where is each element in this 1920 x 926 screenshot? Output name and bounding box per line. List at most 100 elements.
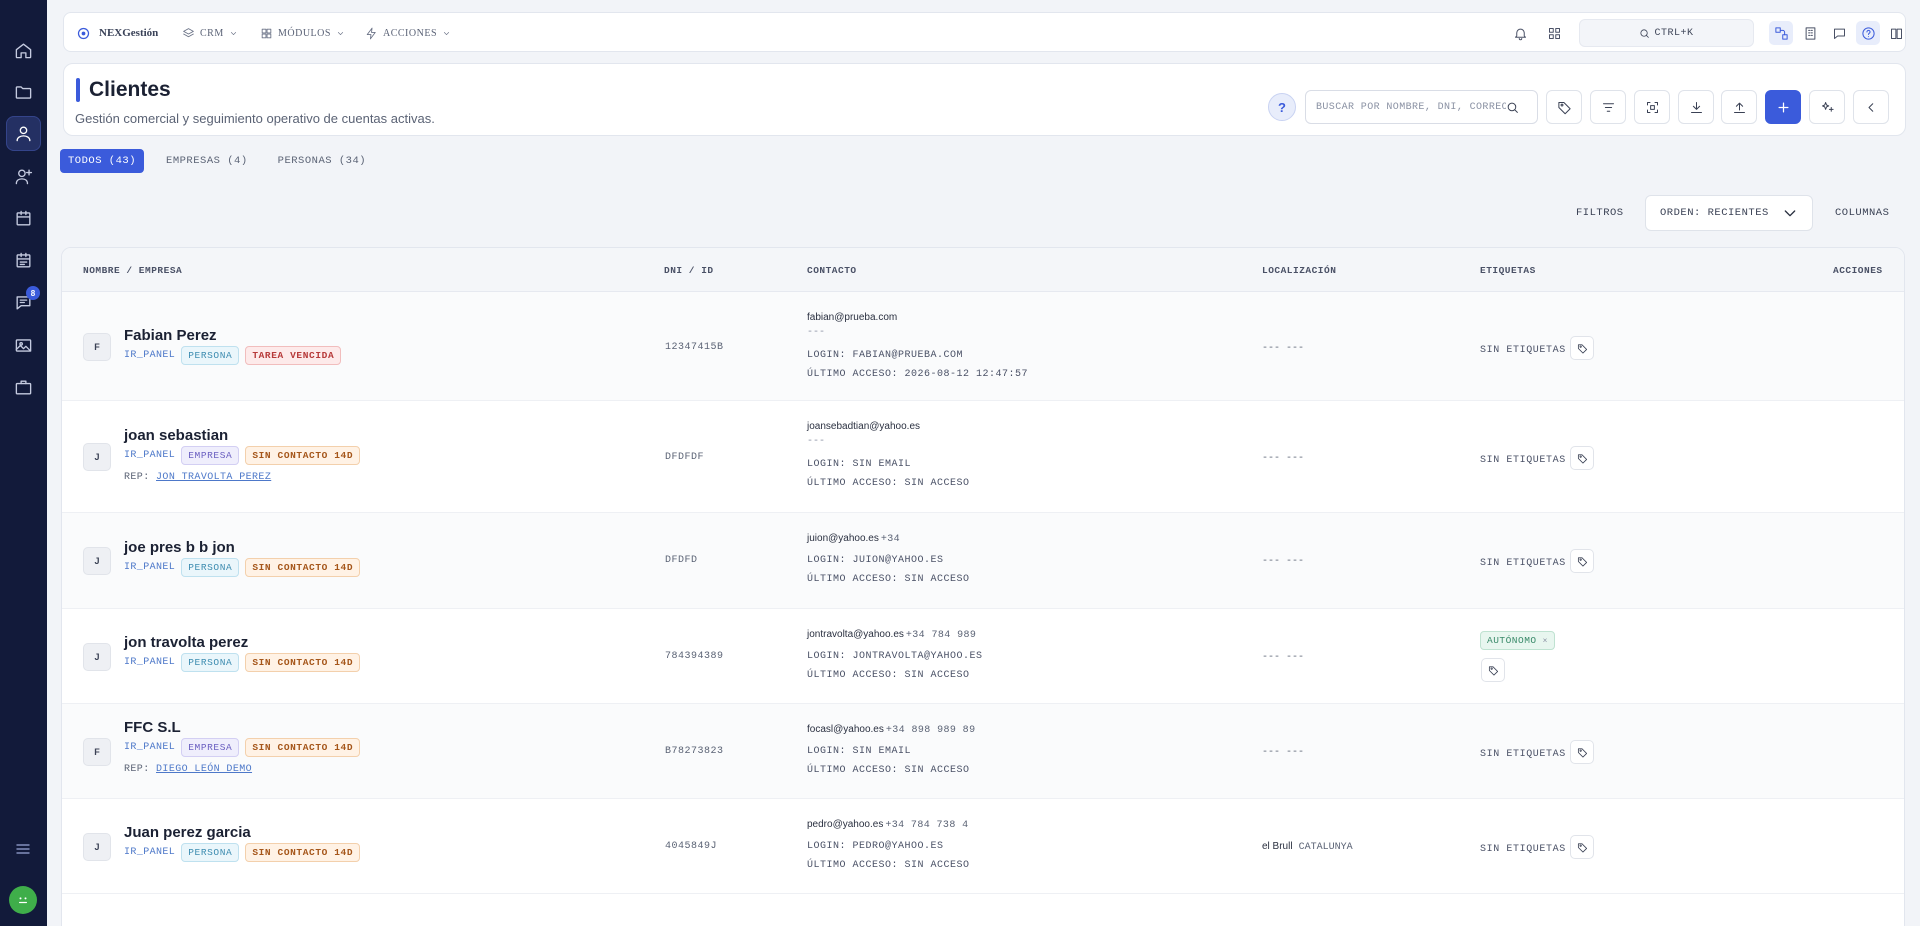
table-row[interactable]: F Fabian Perez IR_PANEL PERSONA TAREA VE… (62, 292, 1904, 401)
logo-icon (77, 27, 90, 39)
sidebar: 8 (0, 0, 47, 926)
client-name[interactable]: Fabian Perez (124, 327, 217, 344)
tag-icon[interactable] (1570, 549, 1594, 573)
table-row[interactable]: J Juan perez garcia IR_PANEL PERSONA SIN… (62, 799, 1904, 894)
bell-icon[interactable] (1508, 21, 1532, 45)
representative: REP: JON TRAVOLTA PEREZ (124, 472, 271, 483)
client-name[interactable]: joan sebastian (124, 427, 228, 444)
client-email[interactable]: focasl@yahoo.es +34 898 989 89 (807, 724, 976, 736)
user-plus-icon[interactable] (6, 159, 41, 194)
client-email[interactable]: juion@yahoo.es +34 (807, 533, 900, 545)
client-last-access: ÚLTIMO ACCESO: 2026-08-12 12:47:57 (807, 369, 1029, 380)
status-badge: SIN CONTACTO 14D (245, 653, 361, 672)
client-location: --- --- (1262, 651, 1304, 663)
calendar-list-icon[interactable] (6, 243, 41, 278)
client-email[interactable]: pedro@yahoo.es +34 784 738 4 (807, 819, 969, 831)
representative: REP: DIEGO LEÓN DEMO (124, 764, 252, 775)
email-text: fabian@prueba.com (807, 312, 898, 323)
th-location[interactable]: LOCALIZACIÓN (1262, 265, 1336, 276)
th-actions[interactable]: ACCIONES (1833, 265, 1883, 276)
tag-icon[interactable] (1570, 740, 1594, 764)
building-icon[interactable] (1798, 21, 1822, 45)
nav-acciones[interactable]: ACCIONES (365, 13, 451, 53)
tag-chip[interactable]: AUTÓNOMO × (1480, 631, 1555, 650)
global-search-button[interactable]: CTRL+K (1579, 19, 1754, 47)
location-region: --- --- (1262, 343, 1305, 354)
nav-modulos[interactable]: MÓDULOS (260, 13, 345, 53)
tag-icon[interactable] (1570, 446, 1594, 470)
client-last-access: ÚLTIMO ACCESO: SIN ACCESO (807, 478, 970, 489)
remove-tag-icon[interactable]: × (1543, 637, 1548, 646)
rep-link[interactable]: JON TRAVOLTA PEREZ (156, 472, 271, 483)
user-icon[interactable] (6, 116, 41, 151)
location-region: --- --- (1262, 652, 1305, 663)
client-email[interactable]: fabian@prueba.com (807, 312, 897, 323)
th-name[interactable]: NOMBRE / EMPRESA (83, 265, 182, 276)
client-email[interactable]: joansebadtian@yahoo.es (807, 421, 920, 432)
filters-button[interactable]: FILTROS (1576, 207, 1624, 219)
table-row[interactable]: J jon travolta perez IR_PANEL PERSONA SI… (62, 609, 1904, 704)
image-icon[interactable] (6, 328, 41, 363)
filter-button[interactable] (1590, 90, 1626, 124)
tag-button[interactable] (1546, 90, 1582, 124)
client-email[interactable]: jontravolta@yahoo.es +34 784 989 (807, 629, 976, 641)
filter-icon (1602, 102, 1614, 112)
bulk-actions-button[interactable] (1809, 90, 1845, 124)
status-badge: SIN CONTACTO 14D (245, 558, 361, 577)
client-last-access: ÚLTIMO ACCESO: SIN ACCESO (807, 860, 970, 871)
type-badge: PERSONA (181, 346, 240, 365)
download-button[interactable] (1678, 90, 1714, 124)
home-icon[interactable] (6, 33, 41, 68)
tag-icon[interactable] (1570, 336, 1594, 360)
folder-icon[interactable] (6, 75, 41, 110)
client-search[interactable] (1305, 90, 1538, 124)
tab-empresas[interactable]: EMPRESAS (4) (158, 149, 256, 173)
th-contact[interactable]: CONTACTO (807, 265, 857, 276)
tag-icon[interactable] (1481, 658, 1505, 682)
calendar-icon[interactable] (6, 201, 41, 236)
columns-button[interactable]: COLUMNAS (1835, 207, 1889, 219)
book-icon[interactable] (1884, 21, 1908, 45)
avatar[interactable] (9, 886, 37, 914)
table-row[interactable]: J joan sebastian IR_PANEL EMPRESA SIN CO… (62, 401, 1904, 513)
chat-icon[interactable] (1827, 21, 1851, 45)
client-dni: 784394389 (665, 651, 724, 662)
workflow-icon[interactable] (1769, 21, 1793, 45)
row-avatar: J (83, 833, 111, 861)
client-name[interactable]: joe pres b b jon (124, 539, 235, 556)
client-name[interactable]: Juan perez garcia (124, 824, 251, 841)
search-input[interactable] (1316, 101, 1506, 113)
row-avatar: F (83, 738, 111, 766)
menu-icon[interactable] (12, 838, 34, 860)
app-logo[interactable]: NEXGestión (76, 13, 158, 53)
nav-crm[interactable]: CRM (182, 13, 238, 53)
apps-grid-icon[interactable] (1542, 21, 1566, 45)
chevron-down-icon (337, 31, 344, 35)
upload-button[interactable] (1721, 90, 1757, 124)
chevron-down-icon (443, 31, 450, 35)
add-client-button[interactable] (1765, 90, 1801, 124)
scan-button[interactable] (1634, 90, 1670, 124)
briefcase-icon[interactable] (6, 370, 41, 405)
table-row[interactable]: J joe pres b b jon IR_PANEL PERSONA SIN … (62, 513, 1904, 609)
rep-link[interactable]: DIEGO LEÓN DEMO (156, 764, 252, 775)
th-dni[interactable]: DNI / ID (664, 265, 714, 276)
source-badge: IR_PANEL (124, 847, 176, 858)
row-avatar: F (83, 333, 111, 361)
collapse-button[interactable] (1853, 90, 1889, 124)
client-name[interactable]: FFC S.L (124, 719, 181, 736)
client-badges: IR_PANEL EMPRESA SIN CONTACTO 14D (124, 446, 361, 465)
messages-icon[interactable]: 8 (6, 285, 41, 320)
th-tags[interactable]: ETIQUETAS (1480, 265, 1536, 276)
tab-personas[interactable]: PERSONAS (34) (270, 149, 374, 173)
order-select[interactable]: ORDEN: RECIENTES (1645, 195, 1813, 231)
table-row[interactable]: F FFC S.L IR_PANEL EMPRESA SIN CONTACTO … (62, 704, 1904, 799)
tab-todos[interactable]: TODOS (43) (60, 149, 145, 173)
help-button[interactable]: ? (1268, 93, 1296, 121)
tag-icon[interactable] (1570, 835, 1594, 859)
client-name[interactable]: jon travolta perez (124, 634, 248, 651)
help-icon[interactable] (1856, 21, 1880, 45)
plus-icon (1778, 102, 1788, 112)
client-tags: SIN ETIQUETAS (1480, 558, 1566, 569)
type-badge: EMPRESA (181, 446, 240, 465)
